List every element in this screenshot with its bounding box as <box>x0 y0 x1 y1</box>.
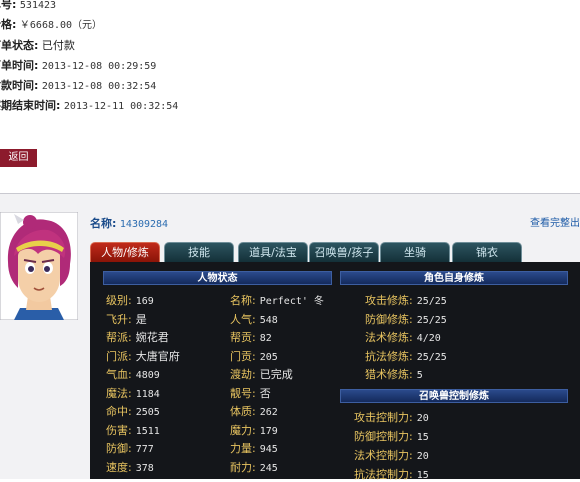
stat-row: 门贡: 205 <box>230 350 278 363</box>
order-number-row: 单号: 531423 <box>0 0 56 12</box>
observation-end-row: 考察期结束时间: 2013-12-11 00:32:54 <box>0 97 178 113</box>
stat-row: 靓号: 否 <box>230 387 271 400</box>
character-name: 名称: 14309284 <box>90 215 168 231</box>
order-time-value: 2013-12-08 00:29:59 <box>41 61 157 72</box>
stat-row: 防御: 777 <box>106 442 154 455</box>
character-status-header: 人物状态 <box>103 271 332 285</box>
observation-end-value: 2013-12-11 00:32:54 <box>63 101 179 112</box>
price-label: 价格: <box>0 18 17 31</box>
tab-items-treasures[interactable]: 道具/法宝 <box>238 242 308 262</box>
order-status-label: 订单状态: <box>0 39 39 52</box>
tab-outfits[interactable]: 锦衣 <box>452 242 522 262</box>
order-status-row: 订单状态: 已付款 <box>0 37 75 53</box>
stat-row: 魔法: 1184 <box>106 387 160 400</box>
pay-time-value: 2013-12-08 00:32:54 <box>41 81 157 92</box>
price-value: ￥6668.00（元） <box>19 20 103 31</box>
character-name-value: 14309284 <box>119 219 169 230</box>
pet-control-row: 防御控制力: 15 <box>354 430 429 443</box>
pet-control-row: 攻击控制力: 20 <box>354 411 429 424</box>
character-name-label: 名称: <box>90 217 117 230</box>
view-full-sale-link[interactable]: 查看完整出售 <box>530 214 580 229</box>
stat-row: 魔力: 179 <box>230 424 278 437</box>
character-panel: 人物状态 角色自身修炼 级别: 169 飞升: 是 帮派: 婉花君 门派: 大唐官府 气… <box>90 262 580 481</box>
observation-end-label: 考察期结束时间: <box>0 99 61 112</box>
back-button[interactable]: 返回 <box>0 149 37 167</box>
self-cultivation-header: 角色自身修炼 <box>340 271 568 285</box>
stat-row: 体质: 262 <box>230 405 278 418</box>
cultivation-row: 法术修炼: 4/20 <box>365 331 441 344</box>
stat-row: 门派: 大唐官府 <box>106 350 180 363</box>
pet-control-row: 法术控制力: 20 <box>354 449 429 462</box>
order-status-value: 已付款 <box>41 39 75 52</box>
stat-row: 名称: Perfect' 冬 <box>230 294 324 307</box>
pay-time-label: 付款时间: <box>0 79 39 92</box>
order-time-label: 下单时间: <box>0 59 39 72</box>
stat-row: 帮贡: 82 <box>230 331 272 344</box>
character-avatar <box>0 212 78 320</box>
stat-row: 速度: 378 <box>106 461 154 474</box>
cultivation-row: 攻击修炼: 25/25 <box>365 294 447 307</box>
cultivation-row: 抗法修炼: 25/25 <box>365 350 447 363</box>
stat-row: 气血: 4809 <box>106 368 160 381</box>
tab-pets-children[interactable]: 召唤兽/孩子 <box>309 242 379 262</box>
stat-row: 飞升: 是 <box>106 313 147 326</box>
stat-row: 人气: 548 <box>230 313 278 326</box>
tab-character-cultivation[interactable]: 人物/修炼 <box>90 242 160 262</box>
stat-row: 渡劫: 已完成 <box>230 368 293 381</box>
pet-control-row: 抗法控制力: 15 <box>354 468 429 481</box>
stat-row: 伤害: 1511 <box>106 424 160 437</box>
stat-row: 命中: 2505 <box>106 405 160 418</box>
stat-row: 耐力: 245 <box>230 461 278 474</box>
cultivation-row: 猎术修炼: 5 <box>365 368 423 381</box>
stat-row: 级别: 169 <box>106 294 154 307</box>
cultivation-row: 防御修炼: 25/25 <box>365 313 447 326</box>
order-time-row: 下单时间: 2013-12-08 00:29:59 <box>0 57 156 73</box>
tab-skills[interactable]: 技能 <box>164 242 234 262</box>
price-row: 价格: ￥6668.00（元） <box>0 16 102 32</box>
stat-row: 力量: 945 <box>230 442 278 455</box>
tab-mounts[interactable]: 坐骑 <box>380 242 450 262</box>
stat-row: 帮派: 婉花君 <box>106 331 169 344</box>
pay-time-row: 付款时间: 2013-12-08 00:32:54 <box>0 77 156 93</box>
pet-control-header: 召唤兽控制修炼 <box>340 389 568 403</box>
order-number-value: 531423 <box>19 0 57 11</box>
order-number-label: 单号: <box>0 0 17 11</box>
